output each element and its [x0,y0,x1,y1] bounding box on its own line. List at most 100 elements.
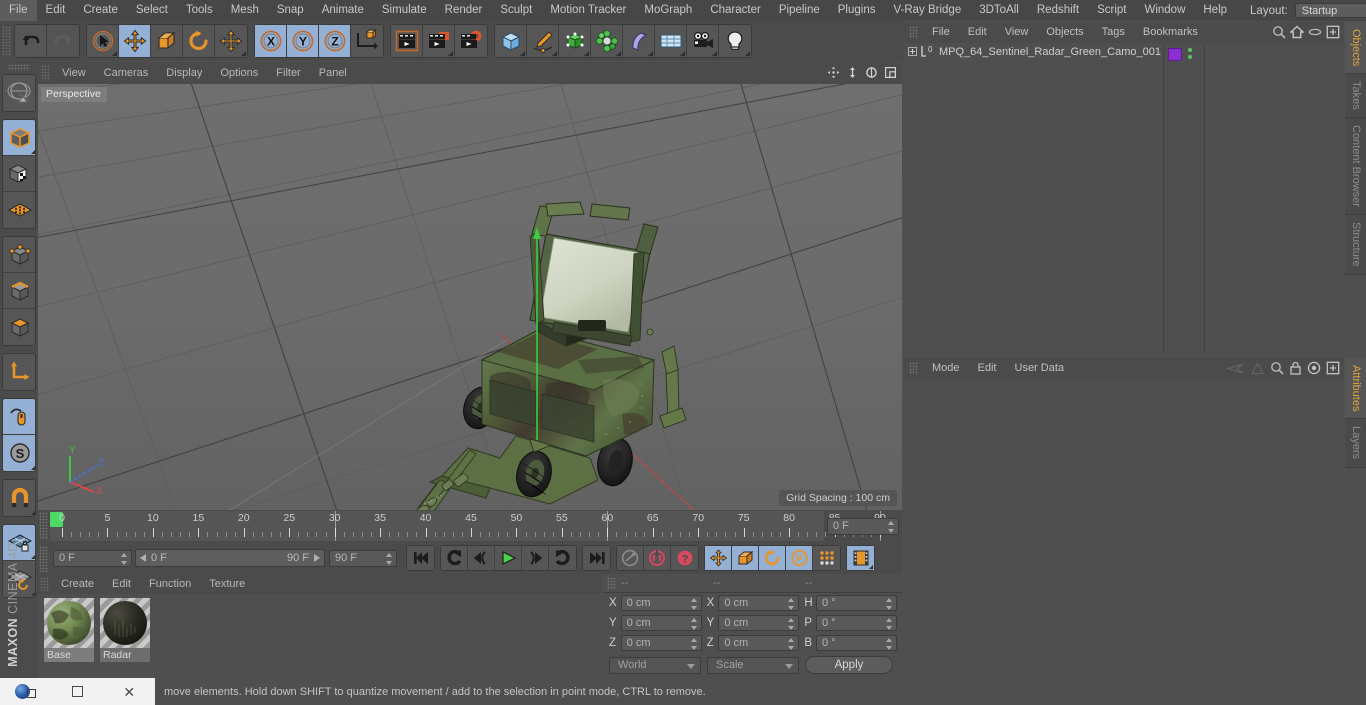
tab-content-browser[interactable]: Content Browser [1345,118,1366,215]
apply-button[interactable]: Apply [805,656,893,674]
menu-mesh[interactable]: Mesh [222,0,268,21]
tab-attributes[interactable]: Attributes [1345,358,1366,420]
go-to-end-icon[interactable] [583,546,610,570]
viewport-menu-filter[interactable]: Filter [267,62,309,84]
attribute-menu-user-data[interactable]: User Data [1006,358,1074,379]
x-axis-icon[interactable]: X [255,25,287,57]
coords-field-rot-p[interactable]: 0 ° [816,615,898,631]
object-menu-bookmarks[interactable]: Bookmarks [1134,22,1207,43]
render-settings-icon[interactable] [455,25,487,57]
menu-sculpt[interactable]: Sculpt [491,0,541,21]
step-back-icon[interactable] [468,546,495,570]
world-coordinate-icon[interactable] [351,25,383,57]
coords-field-pos-y[interactable]: 0 cm [620,615,702,631]
autokey-icon[interactable] [644,546,671,570]
menu-animate[interactable]: Animate [313,0,373,21]
bend-deformer-icon[interactable] [623,25,655,57]
spinner-icon[interactable] [788,598,795,610]
menu-snap[interactable]: Snap [268,0,313,21]
coords-field-size-y[interactable]: 0 cm [718,615,800,631]
app-logo-icon[interactable] [0,678,52,705]
polygon-mode-icon[interactable] [3,309,35,345]
array-deformer-icon[interactable] [591,25,623,57]
maximize-viewport-icon[interactable] [882,64,899,81]
viewport-menu-display[interactable]: Display [157,62,211,84]
object-tree[interactable]: 0 MPQ_64_Sentinel_Radar_Green_Camo_001 [904,43,1344,352]
coords-field-rot-h[interactable]: 0 ° [816,595,898,611]
new-layer-icon[interactable] [1326,25,1340,44]
menu-simulate[interactable]: Simulate [373,0,436,21]
coords-field-pos-z[interactable]: 0 cm [620,635,702,651]
viewport-menu-options[interactable]: Options [211,62,267,84]
coordinates-grip[interactable] [607,576,616,590]
close-window-icon[interactable]: ✕ [103,678,155,705]
menu-create[interactable]: Create [74,0,127,21]
tab-structure[interactable]: Structure [1345,214,1366,275]
spinner-icon[interactable] [888,520,895,533]
rotate-icon[interactable] [183,25,215,57]
history-forward-icon[interactable] [1250,361,1265,380]
current-frame-field[interactable]: 0 F [53,549,132,567]
home-icon[interactable] [1289,25,1305,44]
menu-motion-tracker[interactable]: Motion Tracker [541,0,635,21]
y-axis-icon[interactable]: Y [287,25,319,57]
viewport-solo-icon[interactable] [3,399,35,435]
menu-plugins[interactable]: Plugins [829,0,885,21]
tab-takes[interactable]: Takes [1345,74,1366,119]
new-panel-icon[interactable] [1326,361,1340,380]
object-menu-file[interactable]: File [923,22,959,43]
material-item-radar[interactable]: Radar [100,598,150,662]
attribute-menu-mode[interactable]: Mode [923,358,969,379]
magnet-tool-icon[interactable] [3,480,35,516]
search-icon[interactable] [1272,25,1286,44]
viewport-menu-view[interactable]: View [53,62,95,84]
search-icon[interactable] [1270,361,1284,380]
menu-pipeline[interactable]: Pipeline [770,0,829,21]
end-frame-field[interactable]: 90 F [329,549,397,567]
material-menu-function[interactable]: Function [140,574,200,594]
menu-script[interactable]: Script [1088,0,1135,21]
menu-mograph[interactable]: MoGraph [635,0,701,21]
lock-icon[interactable] [1289,361,1302,380]
point-mode-icon[interactable] [3,237,35,273]
point-level-anim-icon[interactable] [813,546,840,570]
timeline-frame-field[interactable]: 0 F [827,517,899,535]
menu-window[interactable]: Window [1135,0,1194,21]
z-axis-icon[interactable]: Z [319,25,351,57]
object-manager-grip[interactable] [909,26,918,39]
play-reverse-loop-icon[interactable] [441,546,468,570]
target-icon[interactable] [1307,361,1321,380]
enable-snap-icon[interactable]: S [3,435,35,471]
menu-file[interactable]: File [0,0,37,21]
viewport-menu-cameras[interactable]: Cameras [95,62,158,84]
workplane-mode-icon[interactable] [3,192,35,228]
spinner-icon[interactable] [690,598,698,610]
toolbar-grip[interactable] [2,26,11,56]
tab-objects[interactable]: Objects [1345,22,1366,75]
spline-pen-icon[interactable] [527,25,559,57]
live-selection-icon[interactable] [87,25,119,57]
menu-edit[interactable]: Edit [37,0,75,21]
material-menu-texture[interactable]: Texture [200,574,254,594]
step-forward-icon[interactable] [522,546,549,570]
scale-key-icon[interactable] [732,546,759,570]
scale-icon[interactable] [151,25,183,57]
undo-icon[interactable] [15,25,47,57]
nurbs-generator-icon[interactable] [559,25,591,57]
record-keyframe-icon[interactable] [617,546,644,570]
menu-render[interactable]: Render [436,0,492,21]
object-row-radar[interactable]: 0 MPQ_64_Sentinel_Radar_Green_Camo_001 [904,43,1344,60]
viewport-canvas[interactable]: Perspective Grid Spacing : 100 cm Y X Z [38,84,902,510]
expand-icon[interactable] [908,47,917,56]
ellipse-icon[interactable] [1308,25,1322,44]
object-menu-edit[interactable]: Edit [959,22,996,43]
menu-help[interactable]: Help [1194,0,1236,21]
maximize-window-icon[interactable] [52,678,104,705]
edge-mode-icon[interactable] [3,273,35,309]
cube-primitive-icon[interactable] [495,25,527,57]
menu-redshift[interactable]: Redshift [1028,0,1088,21]
texture-mode-icon[interactable] [3,156,35,192]
rotation-key-icon[interactable] [759,546,786,570]
timeline-ruler[interactable]: 051015202530354045505560657075808590 [50,511,886,541]
object-axis-icon[interactable] [3,354,35,390]
